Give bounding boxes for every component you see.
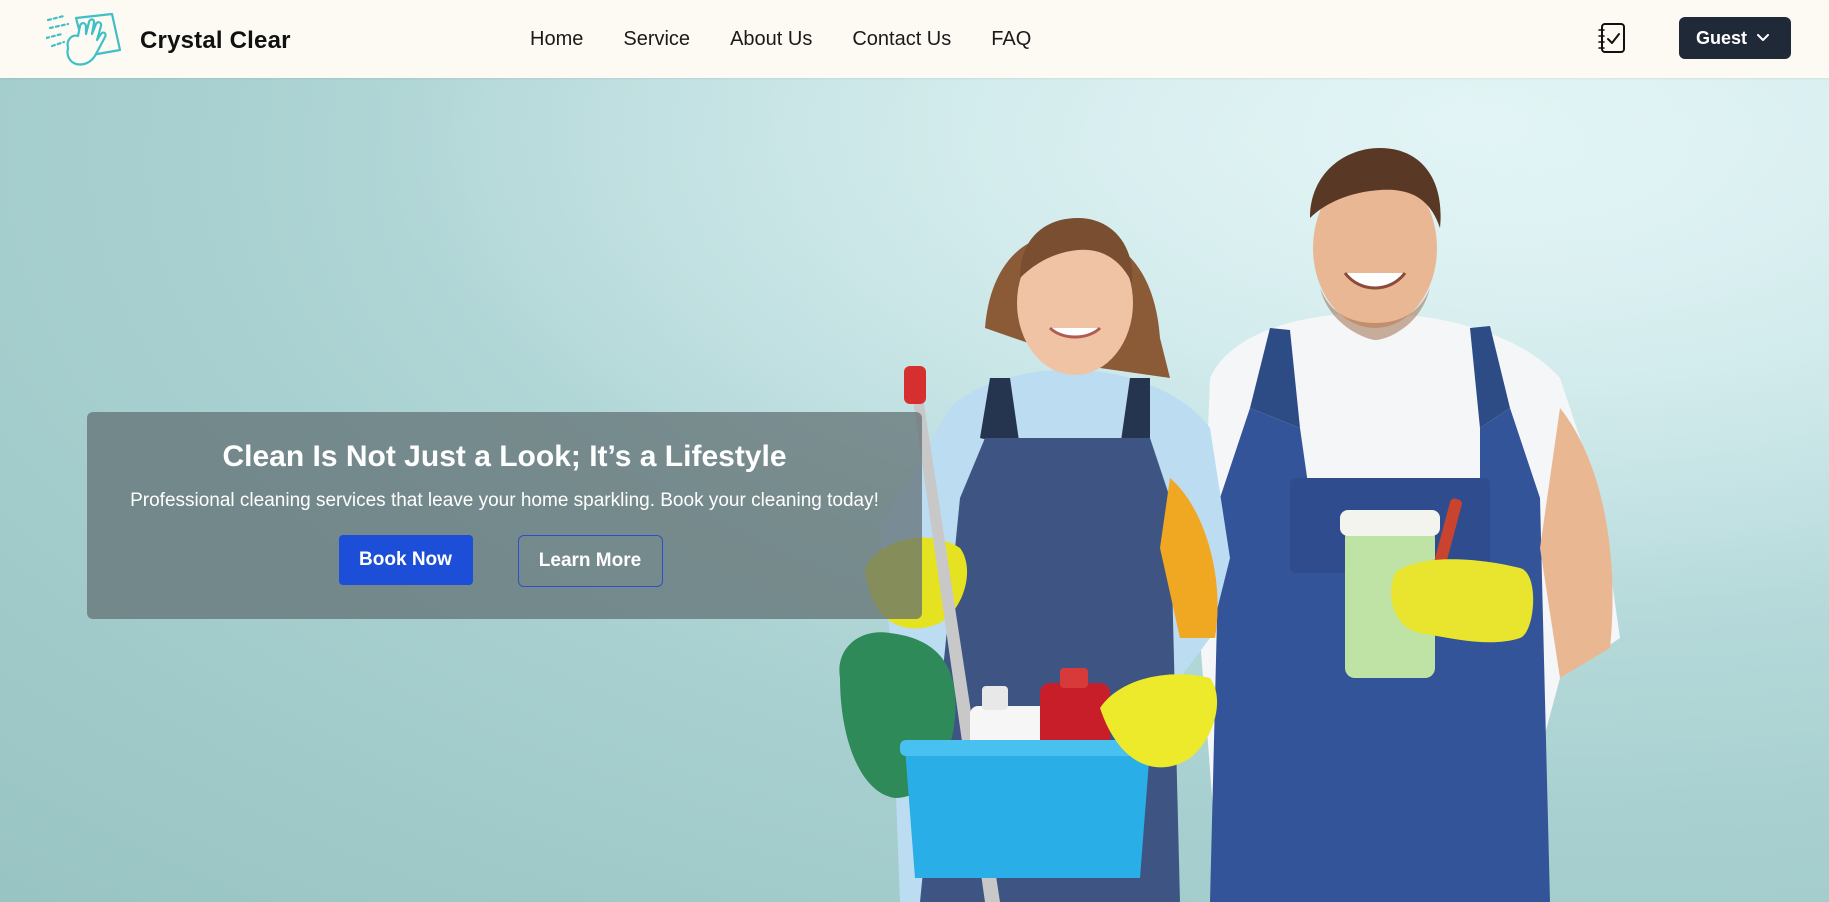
main-nav: Home Service About Us Contact Us FAQ xyxy=(530,0,1031,78)
hero-title: Clean Is Not Just a Look; It’s a Lifesty… xyxy=(222,440,787,473)
nav-faq[interactable]: FAQ xyxy=(991,28,1031,51)
chevron-down-icon xyxy=(1757,34,1769,41)
hero-section: Clean Is Not Just a Look; It’s a Lifesty… xyxy=(0,78,1829,902)
nav-home[interactable]: Home xyxy=(530,28,583,51)
user-menu-button[interactable]: Guest xyxy=(1678,17,1791,59)
hero-actions: Book Now Learn More xyxy=(87,535,922,587)
user-menu-label: Guest xyxy=(1695,27,1747,48)
book-now-button[interactable]: Book Now xyxy=(338,535,473,585)
learn-more-button[interactable]: Learn More xyxy=(517,535,663,587)
checklist-notebook-icon[interactable] xyxy=(1595,21,1629,55)
hero-subtitle: Professional cleaning services that leav… xyxy=(130,490,879,511)
nav-contact-us[interactable]: Contact Us xyxy=(852,28,951,51)
hero-card: Clean Is Not Just a Look; It’s a Lifesty… xyxy=(87,412,922,619)
header-actions: Guest xyxy=(1595,17,1791,59)
nav-service[interactable]: Service xyxy=(623,28,690,51)
hand-wiping-cloth-icon xyxy=(46,12,122,66)
nav-about-us[interactable]: About Us xyxy=(730,28,812,51)
top-navbar: Crystal Clear Home Service About Us Cont… xyxy=(0,0,1829,78)
brand[interactable]: Crystal Clear xyxy=(46,12,291,70)
brand-name: Crystal Clear xyxy=(140,27,291,54)
